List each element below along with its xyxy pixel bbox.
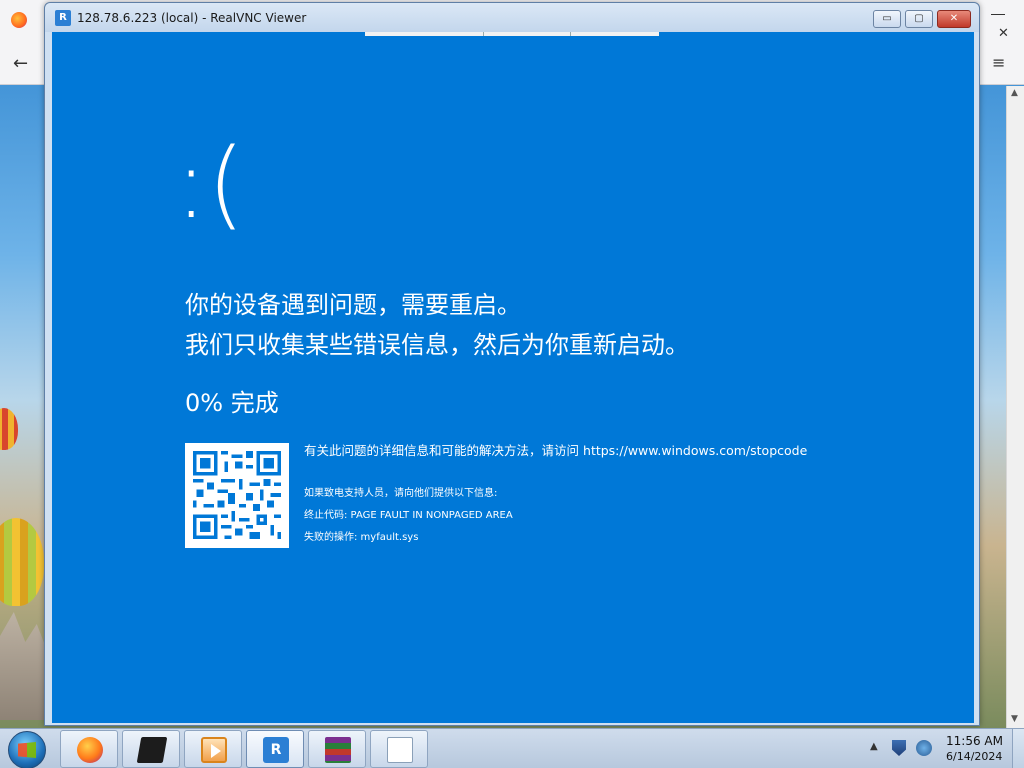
rock-formation-image [0, 612, 46, 720]
show-desktop-button[interactable] [1012, 729, 1024, 768]
close-button[interactable]: ✕ [937, 10, 971, 28]
system-tray: ▲ 11:56 AM 6/14/2024 [868, 729, 1024, 768]
taskbar-winrar[interactable] [308, 730, 366, 768]
scroll-down-icon[interactable]: ▼ [1011, 714, 1018, 724]
media-player-icon [201, 737, 227, 763]
balloon-image [0, 518, 44, 606]
stopcode-info-line: 有关此问题的详细信息和可能的解决方法，请访问 https://www.window… [304, 440, 807, 459]
security-shield-icon[interactable] [892, 740, 906, 756]
notepad-icon [387, 737, 413, 763]
show-hidden-icons-button[interactable]: ▲ [870, 741, 878, 752]
vnc-toolbar-handle[interactable] [365, 32, 659, 36]
taskbar: R ▲ 11:56 AM 6/14/2024 [0, 728, 1024, 768]
support-contact-text: 如果致电支持人员，请向他们提供以下信息: [304, 488, 498, 499]
menu-icon[interactable]: ≡ [992, 53, 1005, 72]
realvnc-icon: R [263, 737, 289, 763]
balloon-image [0, 408, 18, 450]
taskbar-firefox[interactable] [60, 730, 118, 768]
windows-logo-icon [18, 742, 36, 758]
window-title: 128.78.6.223 (local) - RealVNC Viewer [77, 11, 307, 25]
network-icon[interactable] [916, 740, 932, 756]
stop-code-text: 终止代码: PAGE FAULT IN NONPAGED AREA [304, 510, 513, 521]
window-titlebar[interactable]: R 128.78.6.223 (local) - RealVNC Viewer … [45, 3, 979, 32]
sad-face-emoticon: :( [175, 128, 245, 240]
taskbar-terminal[interactable] [122, 730, 180, 768]
firefox-icon [77, 737, 103, 763]
taskbar-media-player[interactable] [184, 730, 242, 768]
realvnc-logo-icon: R [55, 10, 71, 26]
stopcode-info-text: 有关此问题的详细信息和可能的解决方法，请访问 [304, 443, 580, 458]
winrar-icon [325, 737, 351, 763]
progress-text: 0% 完成 [185, 389, 279, 417]
taskbar-realvnc[interactable]: R [246, 730, 304, 768]
remote-screen-bsod[interactable]: :( 你的设备遇到问题，需要重启。 我们只收集某些错误信息，然后为你重新启动。 … [52, 32, 974, 723]
browser-close-button[interactable]: ✕ [998, 26, 1009, 41]
taskbar-notepad[interactable] [370, 730, 428, 768]
browser-scrollbar[interactable]: ▲ ▼ [1006, 86, 1024, 728]
clock-date[interactable]: 6/14/2024 [946, 750, 1002, 763]
scroll-up-icon[interactable]: ▲ [1011, 88, 1018, 98]
clock-time[interactable]: 11:56 AM [946, 734, 1003, 748]
firefox-tab-icon[interactable] [11, 12, 27, 28]
browser-minimize-button[interactable] [991, 5, 1005, 15]
error-message-line1: 你的设备遇到问题，需要重启。 [185, 291, 521, 319]
qr-code-icon [185, 443, 289, 548]
stopcode-url: https://www.windows.com/stopcode [583, 443, 808, 458]
vnc-viewer-window: R 128.78.6.223 (local) - RealVNC Viewer … [44, 2, 980, 726]
error-message-line2: 我们只收集某些错误信息，然后为你重新启动。 [185, 331, 689, 359]
maximize-button[interactable]: ▢ [905, 10, 933, 28]
start-button[interactable] [8, 731, 46, 768]
terminal-icon [136, 737, 168, 763]
back-arrow-icon[interactable]: ← [13, 53, 28, 74]
minimize-button[interactable]: ▭ [873, 10, 901, 28]
failed-operation-text: 失败的操作: myfault.sys [304, 532, 419, 543]
